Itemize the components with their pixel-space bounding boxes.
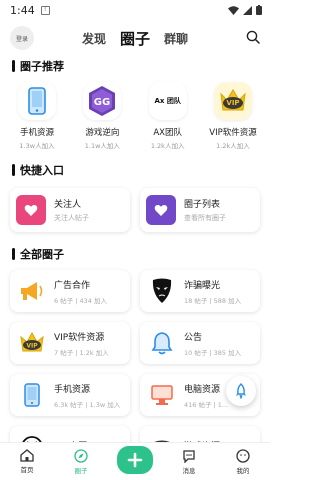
recommend-count: 1.3w人加入: [19, 142, 55, 150]
circle-stats: 6 帖子 | 434 加入: [54, 296, 107, 305]
nav-add[interactable]: [115, 445, 155, 474]
top-bar: 登录 发现 圈子 群聊: [0, 20, 270, 56]
top-tabs: 发现 圈子 群聊: [0, 20, 270, 56]
circle-item[interactable]: 手机资源 6.3k 帖子 | 1.3w 加入: [10, 374, 130, 416]
circle-item[interactable]: 广告合作 6 帖子 | 434 加入: [10, 270, 130, 312]
circle-item[interactable]: 公告 10 帖子 | 385 加入: [140, 322, 260, 364]
svg-text:GG: GG: [94, 97, 110, 108]
rocket-fab-button[interactable]: [226, 376, 256, 406]
status-bar: 1:44: [0, 0, 270, 20]
svg-text:VIP: VIP: [26, 343, 38, 350]
nav-messages[interactable]: 消息: [169, 449, 209, 475]
section-title-text: 圈子推荐: [20, 60, 64, 73]
vip-crown-icon: VIP: [213, 82, 252, 120]
section-title-text: 全部圈子: [20, 248, 64, 261]
recommend-count: 1.2k人加入: [150, 142, 185, 150]
quick-list: 关注人 关注人帖子 圈子列表 查看所有圈子: [0, 178, 270, 232]
megaphone-icon: [18, 277, 46, 305]
compass-icon: [74, 448, 88, 463]
bell-icon: [148, 329, 176, 357]
nav-label: 消息: [182, 466, 196, 475]
status-time: 1:44: [10, 3, 35, 17]
recommend-item[interactable]: Ax 团队 AX团队 1.2k人加入: [137, 82, 199, 150]
wifi-icon: [228, 5, 239, 15]
nav-label: 圈子: [74, 466, 88, 475]
quick-sub: 关注人帖子: [54, 214, 89, 222]
quick-sub: 查看所有圈子: [184, 214, 226, 222]
recommend-name: 游戏逆向: [85, 128, 120, 138]
rocket-icon: [236, 383, 246, 399]
quick-item-circle-list[interactable]: 圈子列表 查看所有圈子: [140, 188, 260, 232]
circle-name: 诈骗曝光: [184, 280, 221, 291]
nav-label: 首页: [20, 466, 34, 474]
recommend-name: VIP软件资源: [209, 128, 257, 138]
circle-stats: 10 帖子 | 385 加入: [184, 348, 242, 357]
section-title-text: 快捷入口: [20, 164, 64, 177]
nav-home[interactable]: 首页: [7, 449, 47, 474]
vip-logo-text: VIP: [226, 99, 240, 107]
recommend-list: 手机资源 1.3w人加入 GG 游戏逆向 1.1w人加入 Ax 团队 AX团队 …: [0, 74, 270, 150]
section-all: 全部圈子: [0, 246, 270, 262]
home-icon: [20, 449, 34, 462]
phone-icon: [18, 381, 46, 409]
ax-logo: Ax 团队: [148, 82, 187, 120]
tab-discover[interactable]: 发现: [82, 30, 106, 47]
nav-label: 我的: [236, 466, 250, 475]
chat-icon: [183, 449, 195, 463]
circle-name: 电脑资源: [184, 384, 221, 395]
nav-profile[interactable]: 我的: [223, 448, 263, 475]
add-button[interactable]: [117, 445, 153, 474]
quick-name: 关注人: [54, 200, 82, 210]
mask-icon: [148, 277, 176, 305]
circle-name: 公告: [184, 332, 203, 343]
circle-name: 手机资源: [54, 384, 91, 395]
bottom-nav: 首页 圈子 消息 我的: [0, 442, 270, 480]
nav-circles[interactable]: 圈子: [61, 448, 101, 475]
battery-icon: [256, 5, 262, 15]
circle-stats: 416 帖子 | 1...: [184, 400, 229, 409]
recommend-count: 1.1w人加入: [84, 142, 120, 150]
recommend-count: 1.2k人加入: [216, 142, 250, 150]
recommend-name: 手机资源: [19, 128, 54, 138]
notification-icon: [40, 5, 50, 15]
quick-name: 圈子列表: [184, 200, 221, 210]
vip-crown-icon: VIP: [18, 329, 46, 357]
phone-icon: [18, 82, 56, 120]
quick-item-following[interactable]: 关注人 关注人帖子: [10, 188, 130, 232]
tab-group-chat[interactable]: 群聊: [164, 30, 188, 47]
section-bar: [12, 248, 15, 260]
heart-icon: [146, 195, 176, 225]
circle-stats: 7 帖子 | 1.2k 加入: [54, 348, 109, 357]
signal-icon: [243, 5, 252, 15]
circle-stats: 18 帖子 | 588 加入: [184, 296, 242, 305]
search-icon[interactable]: [246, 30, 260, 44]
tab-circles[interactable]: 圈子: [120, 28, 150, 49]
section-bar: [12, 164, 15, 176]
recommend-name: AX团队: [153, 128, 182, 138]
recommend-item[interactable]: GG 游戏逆向 1.1w人加入: [71, 82, 133, 150]
section-bar: [12, 60, 15, 72]
plus-icon: [127, 452, 143, 467]
circle-grid: 广告合作 6 帖子 | 434 加入 诈骗曝光 18 帖子 | 588 加入 V…: [0, 262, 270, 468]
recommend-item[interactable]: 手机资源 1.3w人加入: [6, 82, 68, 150]
gg-logo: GG: [83, 82, 122, 120]
section-recommend: 圈子推荐: [0, 58, 270, 74]
login-button[interactable]: 登录: [10, 26, 34, 50]
circle-name: 广告合作: [54, 280, 91, 291]
circle-item[interactable]: VIP VIP软件资源 7 帖子 | 1.2k 加入: [10, 322, 130, 364]
circle-name: VIP软件资源: [54, 332, 105, 343]
profile-icon: [236, 448, 250, 463]
circle-stats: 6.3k 帖子 | 1.3w 加入: [54, 400, 121, 409]
heart-icon: [16, 195, 46, 225]
section-quick: 快捷入口: [0, 162, 270, 178]
recommend-item[interactable]: VIP VIP软件资源 1.2k人加入: [202, 82, 264, 150]
circle-item[interactable]: 诈骗曝光 18 帖子 | 588 加入: [140, 270, 260, 312]
ax-logo-text: Ax 团队: [154, 97, 181, 105]
computer-icon: [148, 381, 176, 409]
